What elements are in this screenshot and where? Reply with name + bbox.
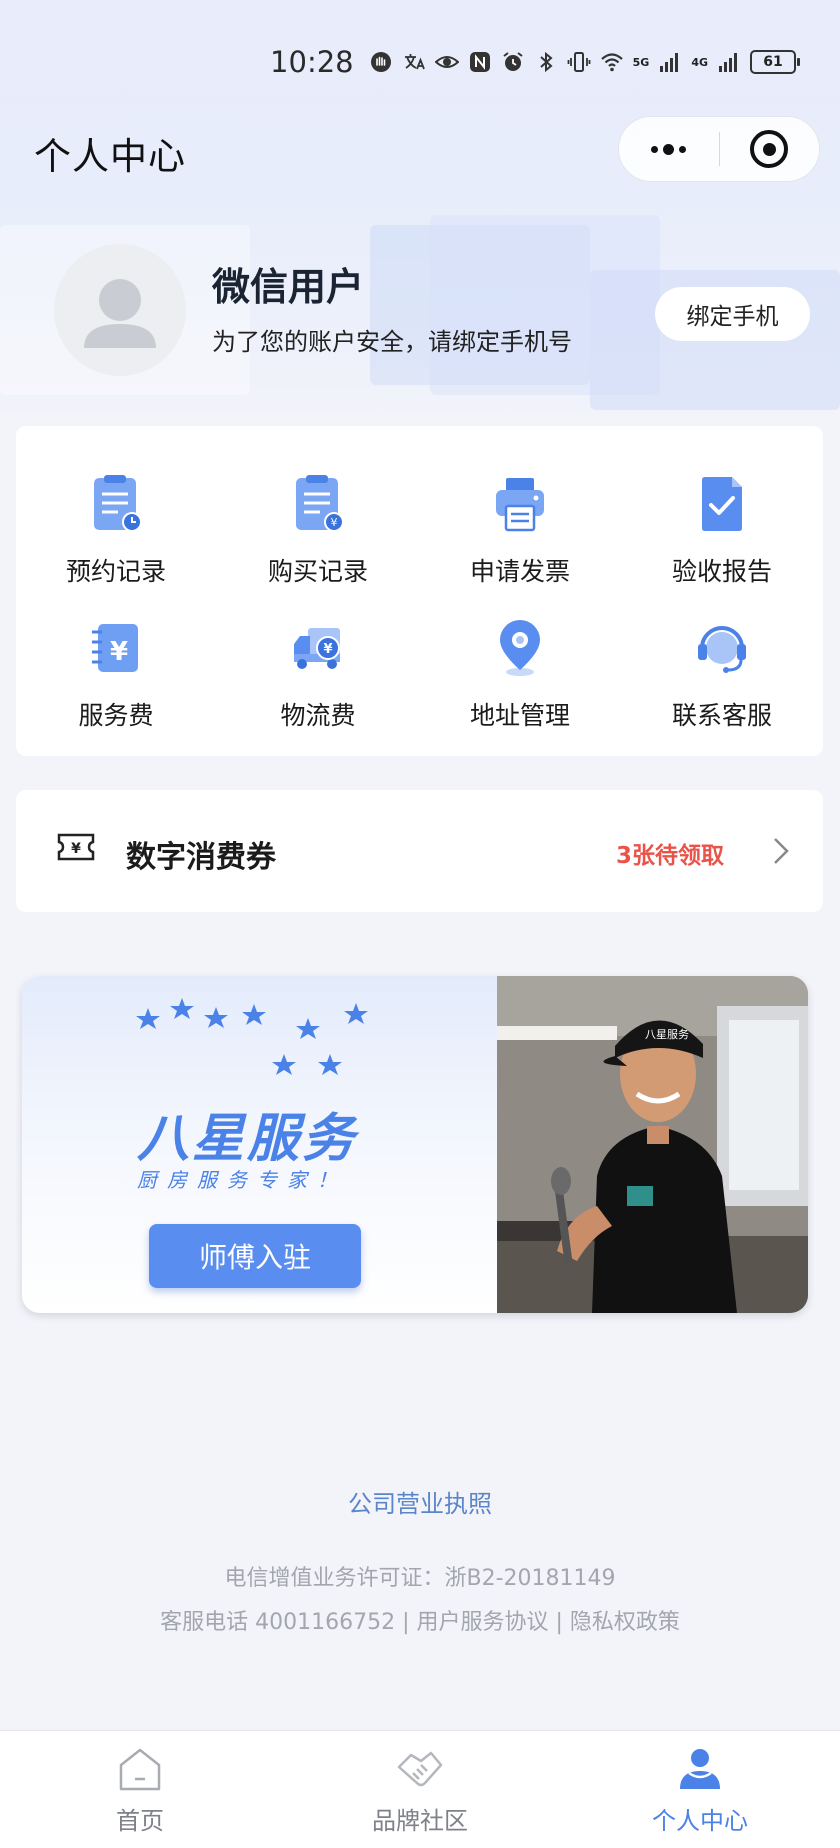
- svg-text:¥: ¥: [110, 637, 128, 667]
- bottom-tab-bar: 首页 品牌社区 个人中心: [0, 1730, 840, 1848]
- grid-item-contact-service[interactable]: 联系客服: [622, 618, 822, 732]
- footer-links[interactable]: 客服电话 4001166752 | 用户服务协议 | 隐私权政策: [0, 1604, 840, 1636]
- bind-phone-button[interactable]: 绑定手机: [655, 287, 810, 341]
- grid-item-appointment-record[interactable]: 预约记录: [16, 474, 216, 588]
- svg-text:¥: ¥: [331, 516, 338, 529]
- signal-4g-label: 4G: [691, 55, 708, 69]
- banner-subtitle: 厨房服务专家！: [137, 1168, 347, 1192]
- stars-decoration-icon: [136, 998, 368, 1075]
- battery-icon: 61: [750, 50, 800, 74]
- tab-label: 个人中心: [652, 1807, 748, 1835]
- handshake-icon: [397, 1751, 443, 1787]
- page-title: 个人中心: [34, 135, 186, 178]
- bind-phone-tip: 为了您的账户安全，请绑定手机号: [212, 328, 572, 356]
- nfc-icon: [469, 52, 490, 72]
- more-dot-icon: [663, 143, 675, 155]
- chef-photo: 八星服务: [497, 976, 808, 1313]
- banner-brand-title: 八星服务: [137, 1109, 358, 1169]
- close-mini-program-button[interactable]: [720, 117, 820, 181]
- logistics-truck-icon: ¥: [294, 628, 340, 669]
- appointment-record-icon: [94, 475, 142, 532]
- more-dot-icon: [651, 145, 659, 153]
- more-options-button[interactable]: [619, 117, 719, 181]
- grid-item-label: 联系客服: [671, 701, 772, 730]
- vibrate-icon: [567, 52, 591, 72]
- person-icon: [680, 1749, 720, 1789]
- grid-item-label: 预约记录: [65, 557, 166, 586]
- grid-item-acceptance-report[interactable]: 验收报告: [622, 474, 822, 588]
- function-grid: 预约记录 ¥ 购买记录 申请发票 验收报告 ¥ 服务费 ¥ 物流费 地址管理 联…: [16, 426, 823, 756]
- signal-strength-icon: [719, 53, 737, 72]
- grid-item-label: 验收报告: [671, 557, 772, 586]
- telecom-license-text: 电信增值业务许可证：浙B2-20181149: [224, 1566, 616, 1591]
- tab-label: 品牌社区: [372, 1807, 468, 1835]
- banner-left-panel: 八星服务 厨房服务专家！ 师傅入驻: [22, 976, 497, 1313]
- grid-item-label: 物流费: [280, 701, 356, 730]
- coupon-title: 数字消费券: [126, 840, 276, 875]
- translate-icon: [404, 54, 425, 70]
- alarm-icon: [503, 52, 523, 71]
- svg-text:¥: ¥: [71, 841, 81, 857]
- ticket-icon: ¥: [57, 833, 95, 861]
- acceptance-report-icon: [702, 477, 742, 531]
- eye-icon: [434, 56, 459, 68]
- target-icon: [750, 130, 789, 168]
- grid-item-purchase-record[interactable]: ¥ 购买记录: [218, 474, 418, 588]
- signal-5g-label: 5G: [632, 55, 650, 69]
- svg-text:¥: ¥: [323, 642, 332, 657]
- location-pin-icon: [500, 620, 540, 676]
- cap-logo-text: 八星服务: [645, 1028, 689, 1041]
- more-dot-icon: [679, 145, 687, 153]
- user-name: 微信用户: [212, 265, 365, 309]
- coupon-status: 3张待领取: [616, 843, 725, 869]
- tab-home[interactable]: 首页: [0, 1731, 280, 1848]
- customer-service-headset-icon: [698, 626, 746, 673]
- digital-coupon-row[interactable]: ¥ 数字消费券 3张待领取: [16, 790, 823, 912]
- recruit-banner[interactable]: 八星服务 厨房服务专家！ 师傅入驻 八星服务: [22, 976, 808, 1313]
- signal-strength-icon: [660, 53, 679, 72]
- hand-gesture-icon: [370, 52, 391, 72]
- status-bar: 10:28 5G 4G 61: [270, 40, 800, 84]
- grid-item-service-fee[interactable]: ¥ 服务费: [16, 618, 216, 732]
- chevron-right-icon: [774, 838, 789, 864]
- default-user-icon: [84, 279, 156, 348]
- status-time: 10:28: [270, 45, 354, 79]
- grid-item-label: 购买记录: [267, 557, 368, 586]
- home-icon: [119, 1748, 161, 1791]
- purchase-record-icon: ¥: [296, 475, 344, 532]
- wifi-icon: [600, 53, 623, 72]
- master-join-button[interactable]: 师傅入驻: [149, 1224, 361, 1288]
- grid-item-label: 服务费: [78, 701, 154, 730]
- grid-item-address-management[interactable]: 地址管理: [420, 618, 620, 732]
- invoice-printer-icon: [496, 478, 544, 532]
- service-fee-icon: ¥: [92, 624, 138, 672]
- avatar[interactable]: [54, 244, 186, 376]
- grid-item-logistics-fee[interactable]: ¥ 物流费: [218, 618, 418, 732]
- bluetooth-icon: [539, 51, 553, 73]
- tab-label: 首页: [116, 1807, 164, 1835]
- mini-program-capsule: [618, 116, 820, 182]
- grid-item-apply-invoice[interactable]: 申请发票: [420, 474, 620, 588]
- tab-personal-center[interactable]: 个人中心: [560, 1731, 840, 1848]
- grid-item-label: 申请发票: [469, 557, 570, 586]
- business-license-link[interactable]: 公司营业执照: [0, 1484, 840, 1519]
- grid-item-label: 地址管理: [469, 701, 570, 730]
- tab-brand-community[interactable]: 品牌社区: [280, 1731, 560, 1848]
